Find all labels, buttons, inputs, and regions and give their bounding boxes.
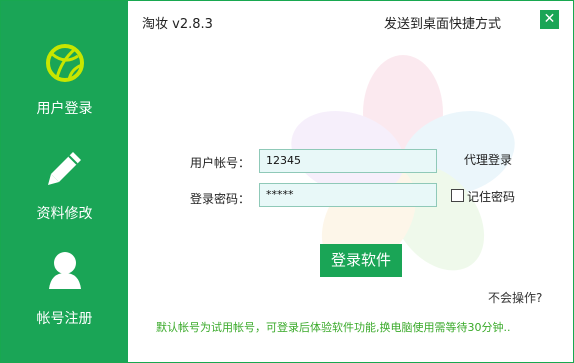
sidebar-item-login[interactable]: 用户登录 [1, 31, 128, 131]
sidebar: 用户登录 资料修改 帐号注册 [1, 1, 128, 362]
account-label: 用户帐号： [190, 156, 251, 170]
basketball-icon [45, 43, 85, 86]
titlebar: 淘妆 v2.8.3 发送到桌面快捷方式 ✕ [128, 1, 573, 39]
app-title: 淘妆 v2.8.3 [142, 17, 213, 32]
app-window: 用户登录 资料修改 帐号注册 淘妆 v2.8.3 发送到桌面快捷方式 ✕ 用户帐… [0, 0, 574, 363]
pencil-icon [45, 148, 85, 191]
help-link[interactable]: 不会操作? [488, 289, 542, 306]
user-icon [45, 249, 85, 294]
account-input[interactable]: 12345 [259, 149, 437, 173]
password-input[interactable]: ***** [259, 183, 437, 207]
remember-password[interactable]: 记住密码 [451, 188, 515, 205]
close-icon: ✕ [543, 11, 556, 27]
login-button[interactable]: 登录软件 [320, 244, 402, 277]
sidebar-item-label: 用户登录 [36, 101, 93, 117]
sidebar-item-edit-profile[interactable]: 资料修改 [1, 136, 128, 236]
close-button[interactable]: ✕ [540, 10, 559, 29]
main-panel: 淘妆 v2.8.3 发送到桌面快捷方式 ✕ 用户帐号： 12345 登录密码： … [128, 1, 573, 362]
remember-password-label: 记住密码 [467, 190, 516, 204]
password-label: 登录密码： [190, 192, 251, 206]
notice-text: 默认帐号为试用帐号，可登录后体验软件功能,换电脑使用需等待30分钟.. [156, 321, 511, 334]
send-to-desktop-link[interactable]: 发送到桌面快捷方式 [384, 13, 501, 32]
agent-login-link[interactable]: 代理登录 [464, 151, 512, 168]
sidebar-item-register[interactable]: 帐号注册 [1, 241, 128, 341]
sidebar-item-label: 帐号注册 [36, 311, 93, 327]
sidebar-item-label: 资料修改 [36, 206, 93, 222]
remember-password-checkbox[interactable] [451, 189, 464, 202]
